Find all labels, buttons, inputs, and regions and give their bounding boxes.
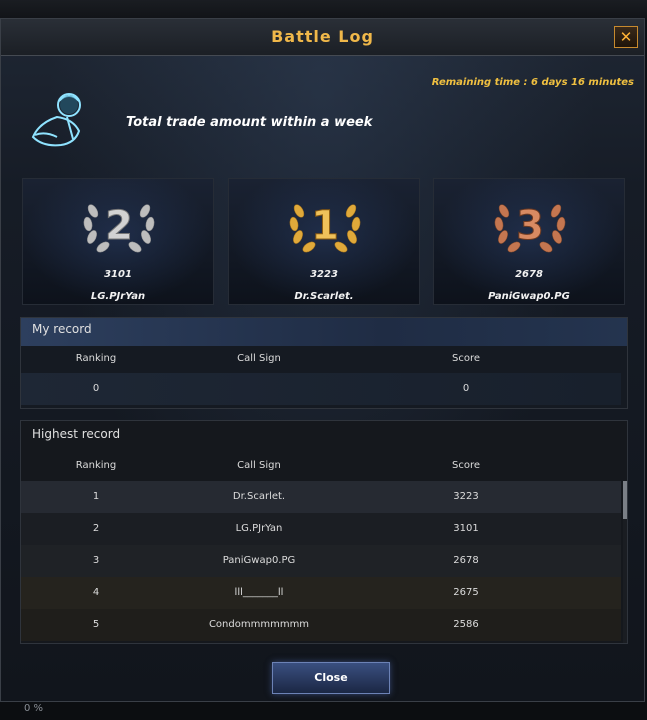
podium-rank-number: 1 [311,203,339,249]
podium-name: Dr.Scarlet. [294,291,354,302]
scrollbar[interactable] [623,481,627,643]
row-score: 3223 [453,491,479,502]
remaining-time-text: Remaining time : 6 days 16 minutes [431,77,634,88]
close-button[interactable]: Close [272,662,390,694]
row-score: 2678 [453,555,479,566]
battle-log-window: Battle Log ✕ Remaining time : 6 days 16 … [0,18,645,702]
row-ranking: 5 [92,619,100,630]
podium-rank-3: 3 2678 PaniGwap0.PG [433,178,625,305]
laurel-silver-icon: 2 [83,203,155,253]
header-ranking: Ranking [75,460,117,471]
row-call-sign: LG.PJrYan [235,523,283,534]
podium-rank-number: 2 [105,203,133,249]
header-score: Score [451,460,480,471]
podium-rank-2: 2 3101 LG.PJrYan [22,178,214,305]
close-window-button[interactable]: ✕ [614,26,638,48]
header-score: Score [451,353,480,364]
row-score: 2675 [453,587,479,598]
laurel-bronze-icon: 3 [494,203,566,253]
window-title: Battle Log [271,27,374,46]
podium-rank-number: 3 [516,203,544,249]
podium-name: PaniGwap0.PG [488,291,570,302]
my-record-score: 0 [462,383,470,394]
background-toolbar [0,0,647,20]
my-record-ranking: 0 [92,383,100,394]
background-progress-text: 0 % [24,703,44,714]
podium-rank-1: 1 3223 Dr.Scarlet. [228,178,420,305]
row-call-sign: PaniGwap0.PG [222,555,296,566]
my-record-panel: My record Ranking Call Sign Score 0 0 [20,317,628,409]
row-call-sign: Dr.Scarlet. [232,491,286,502]
table-row[interactable]: 2 LG.PJrYan 3101 [21,513,621,545]
my-record-title: My record [32,322,92,336]
row-score: 3101 [453,523,479,534]
row-call-sign: lll_______ll [234,587,284,598]
row-score: 2586 [453,619,479,630]
table-row[interactable]: 4 lll_______ll 2675 [21,577,621,609]
header-call-sign: Call Sign [237,353,281,364]
header-ranking: Ranking [75,353,117,364]
podium-score: 3223 [310,269,338,280]
background-status-bar: 0 % [0,700,647,720]
laurel-gold-icon: 1 [289,203,361,253]
table-row[interactable]: 3 PaniGwap0.PG 2678 [21,545,621,577]
mascot-icon [31,93,81,147]
my-record-titlebar [21,318,627,346]
title-bar: Battle Log ✕ [1,19,644,56]
my-record-row: 0 0 [21,373,621,405]
highest-record-title: Highest record [32,427,121,441]
podium-name: LG.PJrYan [90,291,146,302]
row-ranking: 3 [92,555,100,566]
podium-score: 2678 [515,269,543,280]
close-icon: ✕ [619,28,633,46]
table-row[interactable]: 5 Condommmmmmm 2586 [21,609,621,641]
row-ranking: 1 [92,491,100,502]
highest-record-panel: Highest record Ranking Call Sign Score 1… [20,420,628,644]
row-ranking: 2 [92,523,100,534]
scrollbar-thumb[interactable] [623,481,627,519]
section-heading: Total trade amount within a week [126,115,373,130]
row-ranking: 4 [92,587,100,598]
header-call-sign: Call Sign [237,460,281,471]
podium-score: 3101 [104,269,132,280]
table-row[interactable]: 1 Dr.Scarlet. 3223 [21,481,621,513]
row-call-sign: Condommmmmmm [208,619,310,630]
